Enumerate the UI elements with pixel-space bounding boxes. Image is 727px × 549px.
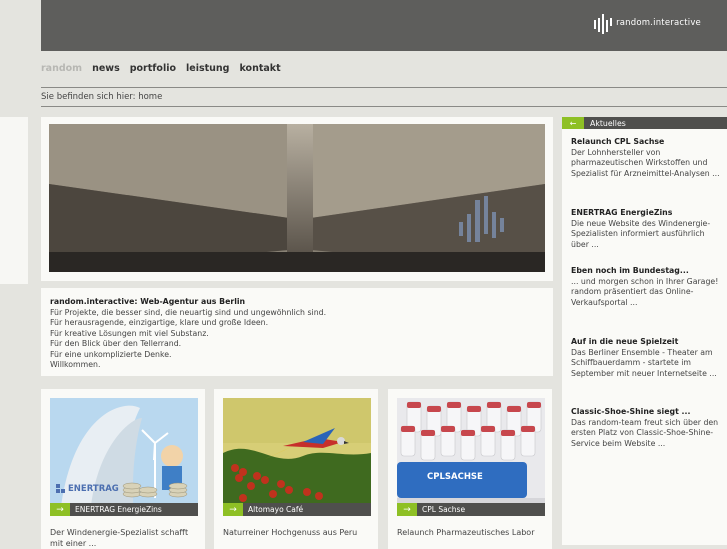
intro-title: random.interactive: Web-Agentur aus Berl… — [50, 297, 246, 306]
arrow-right-icon: → — [50, 503, 70, 516]
card-caption: CPL Sachse — [422, 505, 466, 514]
card-caption-bar[interactable]: → CPL Sachse — [397, 503, 545, 516]
news-title-link[interactable]: Auf in die neue Spielzeit — [571, 337, 721, 348]
intro-line: Für den Blick über den Tellerrand. — [50, 339, 182, 348]
news-text: ... und morgen schon in Ihrer Garage! ra… — [571, 276, 719, 307]
portfolio-card-cpl-sachse[interactable]: CPLSACHSE → CPL Sachse Relaunch Pharmaze… — [388, 389, 552, 549]
breadcrumb-prefix: Sie befinden sich hier: — [41, 92, 136, 102]
brand-logo[interactable]: random.interactive — [594, 14, 701, 36]
brand-name: random.interactive — [616, 18, 701, 28]
breadcrumb: Sie befinden sich hier: home — [41, 92, 162, 102]
card-caption: Altomayo Café — [248, 505, 304, 514]
news-title-link[interactable]: Eben noch im Bundestag... — [571, 266, 721, 277]
news-item: ENERTRAG EnergieZins Die neue Website de… — [571, 208, 721, 250]
nav-item-leistung[interactable]: leistung — [186, 63, 229, 74]
nav-item-random[interactable]: random — [41, 63, 82, 74]
arrow-right-icon: → — [223, 503, 243, 516]
hero-image — [49, 124, 545, 272]
news-text: Das random-team freut sich über den erst… — [571, 417, 719, 448]
news-item: Eben noch im Bundestag... ... und morgen… — [571, 266, 721, 308]
enertrag-image: ENERTRAG → ENERTRAG EnergieZins — [50, 398, 198, 516]
sidebar-header: ← Aktuelles — [562, 117, 727, 129]
news-text: Die neue Website des Windenergie-Spezial… — [571, 218, 711, 249]
left-edge-panel — [0, 117, 28, 284]
breadcrumb-home-link[interactable]: home — [138, 92, 162, 102]
news-title-link[interactable]: ENERTRAG EnergieZins — [571, 208, 721, 219]
card-caption: ENERTRAG EnergieZins — [75, 505, 162, 514]
intro-line: Für kreative Lösungen mit viel Substanz. — [50, 328, 209, 338]
card-description: Naturreiner Hochgenuss aus Peru — [223, 528, 358, 537]
news-item: Relaunch CPL Sachse Der Lohnhersteller v… — [571, 137, 721, 179]
intro-line: Für herausragende, einzigartige, klare u… — [50, 318, 269, 327]
nav-item-portfolio[interactable]: portfolio — [130, 63, 176, 74]
nav-divider — [41, 87, 727, 88]
arrow-left-icon[interactable]: ← — [562, 117, 584, 129]
card-caption-bar[interactable]: → Altomayo Café — [223, 503, 371, 516]
card-caption-bar[interactable]: → ENERTRAG EnergieZins — [50, 503, 198, 516]
intro-panel: random.interactive: Web-Agentur aus Berl… — [41, 288, 553, 376]
cpl-sachse-image: CPLSACHSE → CPL Sachse — [397, 398, 545, 516]
news-text: Der Lohnhersteller von pharmazeutischen … — [571, 147, 720, 178]
portfolio-card-altomayo[interactable]: → Altomayo Café Naturreiner Hochgenuss a… — [214, 389, 378, 549]
hero-panel — [41, 117, 553, 281]
news-sidebar: ← Aktuelles Relaunch CPL Sachse Der Lohn… — [562, 117, 727, 545]
intro-line: Willkommen. — [50, 360, 101, 369]
news-title-link[interactable]: Relaunch CPL Sachse — [571, 137, 721, 148]
card-description: Relaunch Pharmazeutisches Labor — [397, 528, 535, 537]
portfolio-card-enertrag[interactable]: ENERTRAG → ENERTRAG EnergieZins Der Wind… — [41, 389, 205, 549]
arrow-right-icon: → — [397, 503, 417, 516]
news-item: Classic-Shoe-Shine siegt ... Das random-… — [571, 407, 721, 449]
breadcrumb-divider — [41, 106, 727, 107]
enertrag-logo-text: ENERTRAG — [68, 484, 119, 494]
site-header: random.interactive — [41, 0, 727, 51]
logo-mark-icon — [594, 14, 613, 36]
news-title-link[interactable]: Classic-Shoe-Shine siegt ... — [571, 407, 721, 418]
sidebar-title: Aktuelles — [590, 118, 626, 128]
nav-item-kontakt[interactable]: kontakt — [239, 63, 280, 74]
altomayo-image: → Altomayo Café — [223, 398, 371, 516]
news-item: Auf in die neue Spielzeit Das Berliner E… — [571, 337, 721, 379]
news-text: Das Berliner Ensemble - Theater am Schif… — [571, 347, 717, 378]
main-nav: random news portfolio leistung kontakt — [41, 63, 281, 74]
intro-line: Für Projekte, die besser sind, die neuar… — [50, 307, 327, 317]
intro-line: Für eine unkomplizierte Denke. — [50, 349, 172, 359]
nav-item-news[interactable]: news — [92, 63, 120, 74]
card-description: Der Windenergie-Spezialist schafft mit e… — [50, 528, 189, 548]
cpl-sachse-logo-text: CPLSACHSE — [427, 472, 483, 482]
